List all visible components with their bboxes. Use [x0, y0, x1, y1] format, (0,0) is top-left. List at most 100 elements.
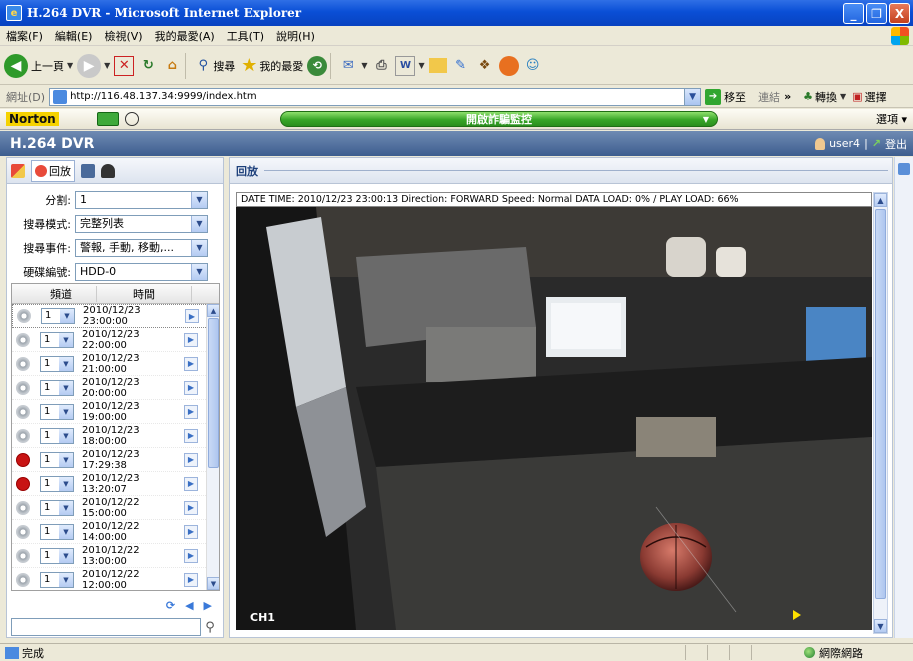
tool-icon[interactable]	[898, 163, 910, 175]
live-view-icon[interactable]	[11, 163, 25, 178]
print-icon[interactable]: ⎙	[371, 56, 391, 76]
list-scrollbar[interactable]: ▲ ▼	[206, 304, 219, 590]
next-page-icon[interactable]: ▶	[204, 599, 212, 612]
channel-select[interactable]: 1 ▼	[40, 355, 74, 372]
play-icon[interactable]: ▶	[184, 428, 198, 443]
table-row[interactable]: 1 ▼ 2010/12/22 12:00:00 ▶	[12, 568, 208, 590]
play-icon[interactable]: ▶	[184, 404, 198, 419]
mode-select[interactable]: 完整列表 ▼	[75, 215, 208, 233]
links-label[interactable]: 連結	[758, 89, 780, 105]
table-row[interactable]: 1 ▼ 2010/12/23 23:00:00 ▶	[12, 304, 208, 328]
stop-icon[interactable]: ✕	[114, 55, 135, 76]
channel-select[interactable]: 1 ▼	[40, 475, 74, 492]
address-input[interactable]: http://116.48.137.34:9999/index.htm ▼	[49, 87, 702, 106]
forward-button[interactable]: ▶ ▼	[77, 53, 110, 78]
media-icon[interactable]	[498, 55, 519, 76]
scroll-up-icon[interactable]: ▲	[874, 193, 887, 207]
table-row[interactable]: 1 ▼ 2010/12/23 13:20:07 ▶	[12, 472, 208, 496]
messenger-icon[interactable]: ✎	[451, 56, 471, 76]
split-select[interactable]: 1 ▼	[75, 191, 208, 209]
scroll-up-icon[interactable]: ▲	[207, 304, 219, 317]
minimize-button[interactable]: _	[843, 3, 864, 24]
table-row[interactable]: 1 ▼ 2010/12/23 17:29:38 ▶	[12, 448, 208, 472]
play-icon[interactable]: ▶	[184, 356, 198, 371]
play-arrow-icon[interactable]	[793, 610, 801, 620]
phishing-monitor-button[interactable]: 開啟詐騙監控 ▼	[280, 111, 718, 127]
table-row[interactable]: 1 ▼ 2010/12/22 14:00:00 ▶	[12, 520, 208, 544]
close-button[interactable]: X	[889, 3, 910, 24]
play-icon[interactable]: ▶	[184, 380, 198, 395]
channel-select[interactable]: 1 ▼	[40, 547, 74, 564]
channel-select[interactable]: 1 ▼	[40, 451, 74, 468]
norton-globe-icon[interactable]	[124, 112, 139, 126]
menu-help[interactable]: 說明(H)	[270, 28, 321, 44]
favorites-button[interactable]: ★ 我的最愛	[239, 55, 303, 76]
folder-icon[interactable]	[428, 58, 447, 73]
camera-video[interactable]: CH1	[236, 207, 872, 630]
go-button[interactable]: 移至	[724, 89, 746, 105]
norton-monitor-icon[interactable]	[96, 112, 119, 126]
menu-file[interactable]: 檔案(F)	[0, 28, 49, 44]
convert-button[interactable]: 轉換	[815, 89, 837, 105]
hdd-select[interactable]: HDD-0 ▼	[75, 263, 208, 281]
refresh-icon[interactable]: ↻	[138, 56, 158, 76]
backup-icon[interactable]	[81, 163, 95, 178]
table-row[interactable]: 1 ▼ 2010/12/22 15:00:00 ▶	[12, 496, 208, 520]
scroll-down-icon[interactable]: ▼	[874, 619, 887, 633]
channel-select[interactable]: 1 ▼	[40, 499, 74, 516]
play-icon[interactable]: ▶	[184, 572, 198, 587]
convert-dropdown-icon[interactable]: ▼	[840, 92, 846, 101]
home-icon[interactable]: ⌂	[162, 56, 182, 76]
magnifier-icon[interactable]: ⚲	[201, 618, 219, 636]
contacts-icon[interactable]: ☺	[523, 56, 543, 76]
menu-favorites[interactable]: 我的最愛(A)	[149, 28, 221, 44]
links-chevron-icon[interactable]: »	[784, 90, 791, 103]
table-row[interactable]: 1 ▼ 2010/12/23 20:00:00 ▶	[12, 376, 208, 400]
prev-page-icon[interactable]: ◀	[185, 599, 193, 612]
play-icon[interactable]: ▶	[184, 332, 198, 347]
channel-select[interactable]: 1 ▼	[40, 403, 74, 420]
table-row[interactable]: 1 ▼ 2010/12/23 18:00:00 ▶	[12, 424, 208, 448]
history-icon[interactable]: ⟲	[307, 55, 328, 76]
select-button[interactable]: 選擇	[865, 89, 887, 105]
hdd-icon[interactable]	[101, 163, 115, 178]
menu-edit[interactable]: 編輯(E)	[49, 28, 99, 44]
menu-tools[interactable]: 工具(T)	[221, 28, 270, 44]
channel-select[interactable]: 1 ▼	[40, 331, 74, 348]
back-dropdown-icon[interactable]: ▼	[67, 61, 73, 70]
logout-icon[interactable]: ↗	[872, 137, 881, 150]
mail-icon[interactable]: ✉	[338, 56, 358, 76]
scroll-down-icon[interactable]: ▼	[207, 577, 219, 590]
play-icon[interactable]: ▶	[184, 476, 198, 491]
search-button[interactable]: ⚲ 搜尋	[193, 56, 236, 76]
address-dropdown-icon[interactable]: ▼	[684, 88, 701, 105]
channel-select[interactable]: 1 ▼	[40, 571, 74, 588]
menu-view[interactable]: 檢視(V)	[98, 28, 148, 44]
channel-select[interactable]: 1 ▼	[40, 427, 74, 444]
edit-icon[interactable]: W	[395, 55, 416, 76]
edit-dropdown-icon[interactable]: ▼	[418, 61, 424, 70]
event-select[interactable]: 警報, 手動, 移動,... ▼	[75, 239, 208, 257]
table-row[interactable]: 1 ▼ 2010/12/23 22:00:00 ▶	[12, 328, 208, 352]
go-arrow-icon[interactable]: ➔	[705, 88, 722, 105]
refresh-list-icon[interactable]: ⟳	[166, 599, 175, 612]
table-row[interactable]: 1 ▼ 2010/12/22 13:00:00 ▶	[12, 544, 208, 568]
scroll-thumb[interactable]	[875, 209, 886, 599]
play-icon[interactable]: ▶	[185, 309, 199, 323]
table-row[interactable]: 1 ▼ 2010/12/23 19:00:00 ▶	[12, 400, 208, 424]
table-row[interactable]: 1 ▼ 2010/12/23 21:00:00 ▶	[12, 352, 208, 376]
play-icon[interactable]: ▶	[184, 548, 198, 563]
play-icon[interactable]: ▶	[184, 500, 198, 515]
scroll-thumb[interactable]	[208, 318, 219, 468]
logout-link[interactable]: 登出	[885, 136, 907, 152]
mail-dropdown-icon[interactable]: ▼	[361, 61, 367, 70]
forward-dropdown-icon[interactable]: ▼	[104, 61, 110, 70]
search-input[interactable]	[11, 618, 201, 636]
back-button[interactable]: ◀ 上一頁 ▼	[4, 53, 73, 78]
playback-scrollbar[interactable]: ▲ ▼	[873, 192, 888, 634]
research-icon[interactable]: ❖	[475, 56, 495, 76]
norton-options-button[interactable]: 選項 ▾	[876, 111, 907, 127]
tab-playback[interactable]: 回放	[31, 159, 75, 182]
channel-select[interactable]: 1 ▼	[40, 379, 74, 396]
channel-select[interactable]: 1 ▼	[41, 308, 75, 324]
